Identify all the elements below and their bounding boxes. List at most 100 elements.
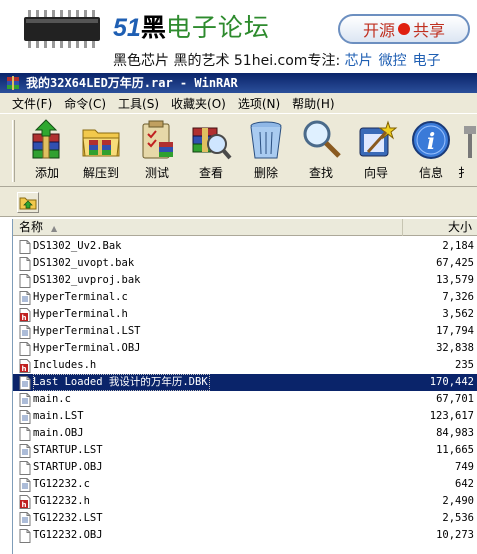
winrar-app-icon <box>7 76 19 90</box>
file-size: 10,273 <box>436 529 474 541</box>
window-title: 我的32X64LED万年历.rar - WinRAR <box>26 76 238 90</box>
add-button[interactable]: 添加 <box>20 118 74 184</box>
file-row[interactable]: HyperTerminal.c 7,326 <box>13 289 477 306</box>
file-size: 123,617 <box>429 410 474 422</box>
file-row[interactable]: main.c 67,701 <box>13 391 477 408</box>
file-row[interactable]: STARTUP.OBJ 749 <box>13 459 477 476</box>
repair-button[interactable]: 扌 <box>458 118 477 184</box>
view-button[interactable]: 查看 <box>184 118 238 184</box>
sort-ascending-icon: ▲ <box>51 224 58 233</box>
file-name: Last Loaded 我设计的万年历.DBK <box>33 374 210 391</box>
menu-help[interactable]: 帮助(H) <box>292 95 334 112</box>
file-row[interactable]: h HyperTerminal.h 3,562 <box>13 306 477 323</box>
file-icon <box>19 529 31 543</box>
up-one-level-button[interactable] <box>17 192 39 213</box>
file-size: 235 <box>455 359 474 371</box>
file-icon <box>19 342 31 356</box>
svg-text:i: i <box>427 129 435 155</box>
file-rows: DS1302_Uv2.Bak 2,184 DS1302_uvopt.bak 67,42… <box>13 238 477 544</box>
column-name-label: 名称 <box>19 220 44 234</box>
text-file-icon <box>19 376 31 390</box>
column-name-header[interactable]: 名称 ▲ <box>13 219 403 236</box>
file-row[interactable]: HyperTerminal.LST 17,794 <box>13 323 477 340</box>
window-titlebar[interactable]: 我的32X64LED万年历.rar - WinRAR <box>0 73 477 93</box>
wizard-button[interactable]: 向导 <box>349 118 403 184</box>
delete-button[interactable]: 删除 <box>239 118 293 184</box>
delete-label: 删除 <box>253 166 278 180</box>
forum-logo[interactable]: 51黑电子论坛 <box>113 12 270 44</box>
badge-left-text: 开源 <box>362 21 395 40</box>
badge-right-text: 共享 <box>413 21 446 40</box>
extract-to-button[interactable]: 解压到 <box>74 118 128 184</box>
file-row[interactable]: main.LST 123,617 <box>13 408 477 425</box>
file-name: STARTUP.LST <box>33 444 103 456</box>
add-archive-icon <box>32 119 60 159</box>
text-file-icon <box>19 325 31 339</box>
add-label: 添加 <box>34 166 59 180</box>
file-name: TG12232.c <box>33 478 90 490</box>
file-row[interactable]: TG12232.LST 2,536 <box>13 510 477 527</box>
file-size: 67,425 <box>436 257 474 269</box>
file-row[interactable]: DS1302_uvproj.bak 13,579 <box>13 272 477 289</box>
file-name: DS1302_uvopt.bak <box>33 257 135 269</box>
file-icon <box>19 427 31 441</box>
file-name: DS1302_uvproj.bak <box>33 274 141 286</box>
wizard-icon <box>359 120 398 157</box>
svg-text:h: h <box>22 314 27 322</box>
repair-label: 扌 <box>458 166 471 180</box>
file-name: Includes.h <box>33 359 97 371</box>
extract-to-label: 解压到 <box>82 166 119 180</box>
tagline-link-electronics[interactable]: 电子 <box>413 53 441 69</box>
test-button[interactable]: 测试 <box>130 118 184 184</box>
toolbar-grip[interactable] <box>12 120 15 182</box>
test-label: 测试 <box>144 166 169 180</box>
file-size: 17,794 <box>436 325 474 337</box>
menu-tools[interactable]: 工具(S) <box>118 95 159 112</box>
open-source-badge[interactable]: 开源 共享 <box>338 14 470 44</box>
file-row[interactable]: main.OBJ 84,983 <box>13 425 477 442</box>
menu-file[interactable]: 文件(F) <box>12 95 52 112</box>
file-size: 749 <box>455 461 474 473</box>
file-icon <box>19 274 31 288</box>
file-name: STARTUP.OBJ <box>33 461 103 473</box>
file-name: HyperTerminal.c <box>33 291 128 303</box>
file-row[interactable]: Last Loaded 我设计的万年历.DBK 170,442 <box>13 374 477 391</box>
file-row[interactable]: TG12232.c 642 <box>13 476 477 493</box>
file-name: main.OBJ <box>33 427 84 439</box>
file-size: 3,562 <box>442 308 474 320</box>
menu-favorites[interactable]: 收藏夹(O) <box>171 95 226 112</box>
find-label: 查找 <box>308 166 333 180</box>
file-name: TG12232.LST <box>33 512 103 524</box>
logo-text: 电子论坛 <box>165 13 270 42</box>
folder-up-icon <box>19 197 37 210</box>
text-file-icon <box>19 410 31 424</box>
tagline-link-mcu[interactable]: 微控 <box>379 53 407 69</box>
header-file-icon: h <box>19 495 31 509</box>
file-row[interactable]: DS1302_uvopt.bak 67,425 <box>13 255 477 272</box>
menu-commands[interactable]: 命令(C) <box>64 95 106 112</box>
file-row[interactable]: STARTUP.LST 11,665 <box>13 442 477 459</box>
file-name: TG12232.h <box>33 495 90 507</box>
menu-options[interactable]: 选项(N) <box>238 95 280 112</box>
file-icon <box>19 240 31 254</box>
file-list[interactable]: 名称 ▲ 大小 DS1302_Uv2.Bak 2,184 DS1302_uvopt.b… <box>12 219 477 554</box>
file-row[interactable]: h Includes.h 235 <box>13 357 477 374</box>
tagline-link-chips[interactable]: 芯片 <box>345 53 373 69</box>
find-button[interactable]: 查找 <box>294 118 348 184</box>
file-row[interactable]: HyperTerminal.OBJ 32,838 <box>13 340 477 357</box>
file-size: 32,838 <box>436 342 474 354</box>
file-icon <box>19 257 31 271</box>
svg-text:h: h <box>22 501 27 509</box>
text-file-icon <box>19 393 31 407</box>
extract-to-icon <box>82 129 120 157</box>
file-name: DS1302_Uv2.Bak <box>33 240 122 252</box>
info-button[interactable]: i 信息 <box>404 118 458 184</box>
menu-bar: 文件(F) 命令(C) 工具(S) 收藏夹(O) 选项(N) 帮助(H) <box>0 93 477 113</box>
svg-text:h: h <box>22 365 27 373</box>
file-row[interactable]: h TG12232.h 2,490 <box>13 493 477 510</box>
view-label: 查看 <box>198 166 223 180</box>
file-name: main.LST <box>33 410 84 422</box>
file-row[interactable]: TG12232.OBJ 10,273 <box>13 527 477 544</box>
file-row[interactable]: DS1302_Uv2.Bak 2,184 <box>13 238 477 255</box>
column-size-header[interactable]: 大小 <box>404 219 477 236</box>
